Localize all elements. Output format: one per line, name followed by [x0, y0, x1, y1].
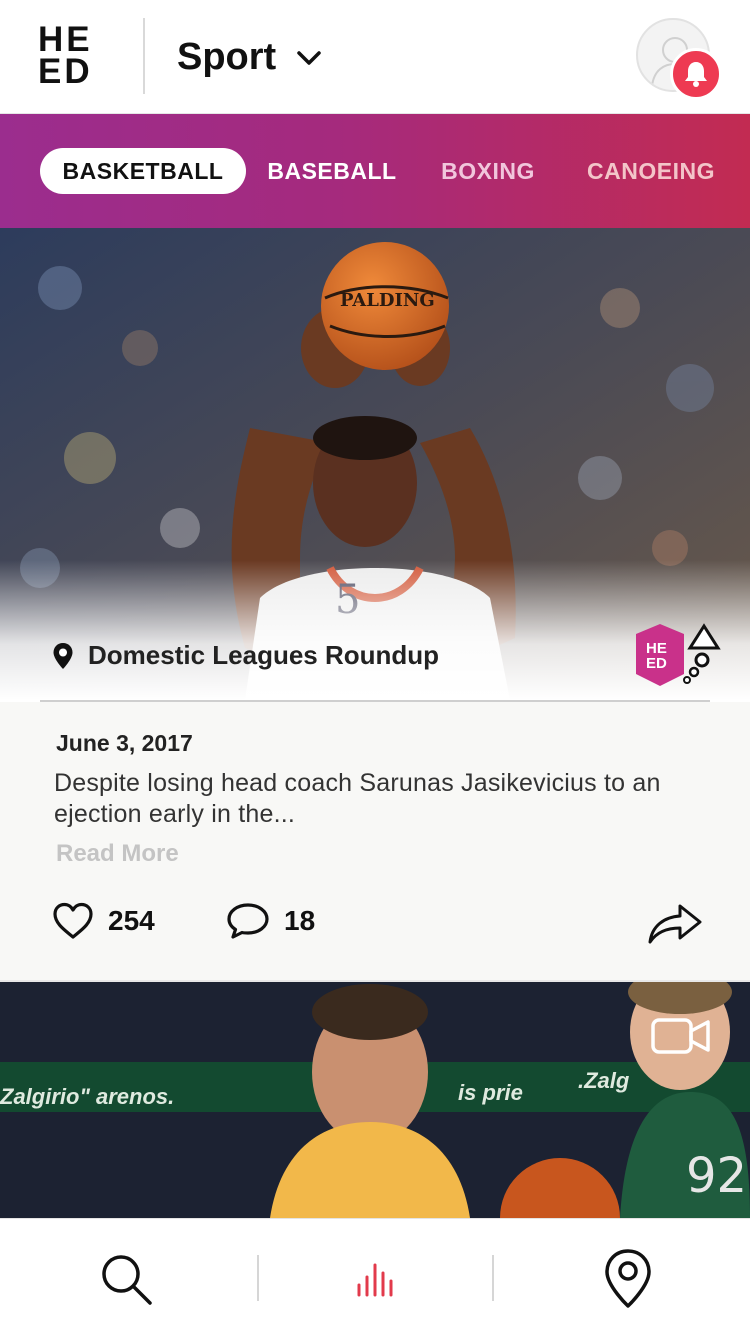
- heed-hexagon-badge-icon[interactable]: HE ED: [632, 622, 724, 692]
- nav-divider: [492, 1255, 494, 1301]
- basketball-players-game-photo: Zalgirio" arenos. is prie .Zalg 92: [0, 982, 750, 1218]
- chevron-down-icon: [297, 50, 321, 65]
- audio-bars-icon: [357, 1263, 393, 1297]
- heart-icon: [53, 902, 93, 939]
- speech-bubble-icon: [227, 903, 269, 939]
- banner-text-left: Zalgirio" arenos.: [0, 1084, 174, 1109]
- section-selector[interactable]: Sport: [177, 36, 322, 79]
- badge-line-2: ED: [646, 655, 667, 672]
- bottom-navigation: [0, 1218, 750, 1334]
- like-count: 254: [108, 905, 155, 936]
- location-pin-icon: [605, 1249, 651, 1308]
- logo-line-2: ED: [38, 52, 93, 91]
- header-divider: [143, 18, 145, 94]
- tab-boxing[interactable]: BOXING: [432, 148, 544, 194]
- article-location[interactable]: Domestic Leagues Roundup: [52, 640, 439, 671]
- section-title: Sport: [177, 36, 277, 78]
- map-pin-icon: [53, 642, 73, 669]
- category-tabs: BASKETBALL BASEBALL BOXING CANOEING: [0, 114, 750, 228]
- nav-map[interactable]: [598, 1249, 658, 1309]
- article-date: June 3, 2017: [56, 730, 193, 756]
- banner-text-mid: is prie: [458, 1080, 523, 1105]
- search-icon: [102, 1255, 152, 1305]
- banner-text-right: .Zalg: [578, 1068, 630, 1093]
- read-more-link[interactable]: Read More: [56, 840, 179, 868]
- article-excerpt: Despite losing head coach Sarunas Jasike…: [54, 769, 661, 828]
- like-button[interactable]: 254: [52, 902, 155, 940]
- jersey-number-2: 92: [686, 1148, 747, 1204]
- location-label: Domestic Leagues Roundup: [88, 640, 440, 670]
- share-arrow-icon[interactable]: [646, 898, 704, 948]
- app-header: HE ED Sport: [0, 0, 750, 114]
- tab-canoeing[interactable]: CANOEING: [578, 148, 724, 194]
- nav-divider: [257, 1255, 259, 1301]
- nav-feed[interactable]: [345, 1249, 405, 1309]
- bell-icon: [685, 62, 707, 87]
- comment-button[interactable]: 18: [226, 902, 315, 940]
- video-camera-icon[interactable]: [650, 1016, 712, 1056]
- ball-brand-text: PALDING: [340, 290, 435, 311]
- nav-search[interactable]: [96, 1249, 156, 1309]
- tab-baseball[interactable]: BASEBALL: [262, 148, 402, 194]
- heed-logo[interactable]: HE ED: [38, 22, 108, 91]
- article-photo-2[interactable]: Zalgirio" arenos. is prie .Zalg 92: [0, 982, 750, 1218]
- notification-button[interactable]: [670, 48, 722, 100]
- tab-basketball[interactable]: BASKETBALL: [40, 148, 246, 194]
- comment-count: 18: [284, 905, 316, 936]
